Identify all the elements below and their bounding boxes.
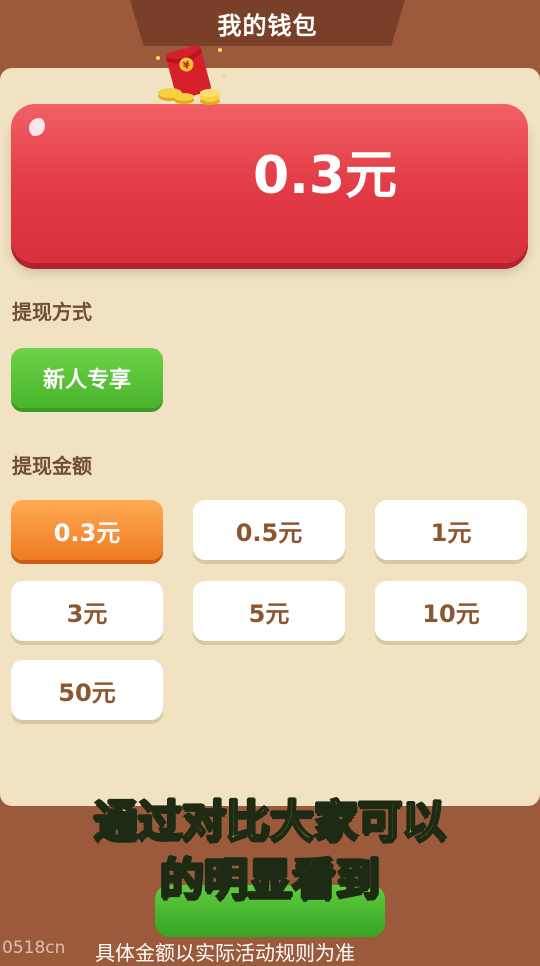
amount-option[interactable]: 10元 bbox=[375, 581, 527, 641]
caption-line-1: 通过对比大家可以 bbox=[93, 796, 447, 847]
red-packet-icon: ¥ bbox=[156, 45, 226, 105]
amount-option[interactable]: 5元 bbox=[193, 581, 345, 641]
method-option-button[interactable]: 新人专享 bbox=[11, 348, 163, 408]
amount-option[interactable]: 50元 bbox=[11, 660, 163, 720]
balance-amount: 0.3元 bbox=[253, 146, 398, 206]
withdraw-amount-label: 提现金额 bbox=[12, 454, 92, 478]
amount-option[interactable]: 3元 bbox=[11, 581, 163, 641]
withdraw-method-label: 提现方式 bbox=[12, 300, 92, 324]
amount-option[interactable]: 0.5元 bbox=[193, 500, 345, 560]
page-title: 我的钱包 bbox=[217, 11, 318, 40]
amount-option-selected[interactable]: 0.3元 bbox=[11, 500, 163, 560]
amount-option[interactable]: 1元 bbox=[375, 500, 527, 560]
caption-line-2: 的明显看到 bbox=[159, 854, 381, 905]
subtitle: 具体金额以实际活动规则为准 bbox=[95, 941, 355, 965]
watermark: 0518cn bbox=[2, 938, 66, 958]
